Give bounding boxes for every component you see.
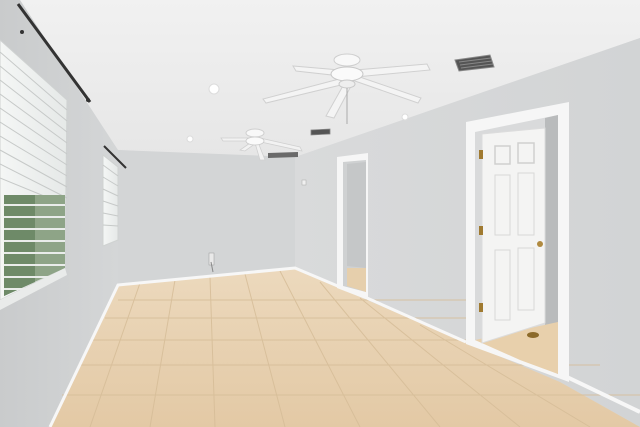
hinge	[479, 303, 483, 312]
interior-door[interactable]	[479, 127, 546, 344]
door-knob[interactable]	[537, 241, 543, 247]
room-photo	[0, 0, 640, 427]
recessed-light	[208, 83, 220, 95]
hinge	[479, 150, 483, 159]
window-blinds	[102, 153, 119, 247]
ceiling-vent-back	[268, 152, 298, 158]
recessed-light	[186, 135, 194, 143]
ceiling-vent	[310, 128, 331, 136]
rod-bracket	[86, 98, 90, 102]
room-illustration	[0, 0, 640, 427]
hinge	[479, 226, 483, 235]
open-doorway	[337, 153, 368, 300]
thermostat	[301, 179, 307, 186]
door-stop	[527, 332, 539, 338]
rod-bracket	[20, 30, 24, 34]
back-wall	[118, 150, 295, 285]
recessed-light	[401, 113, 409, 121]
